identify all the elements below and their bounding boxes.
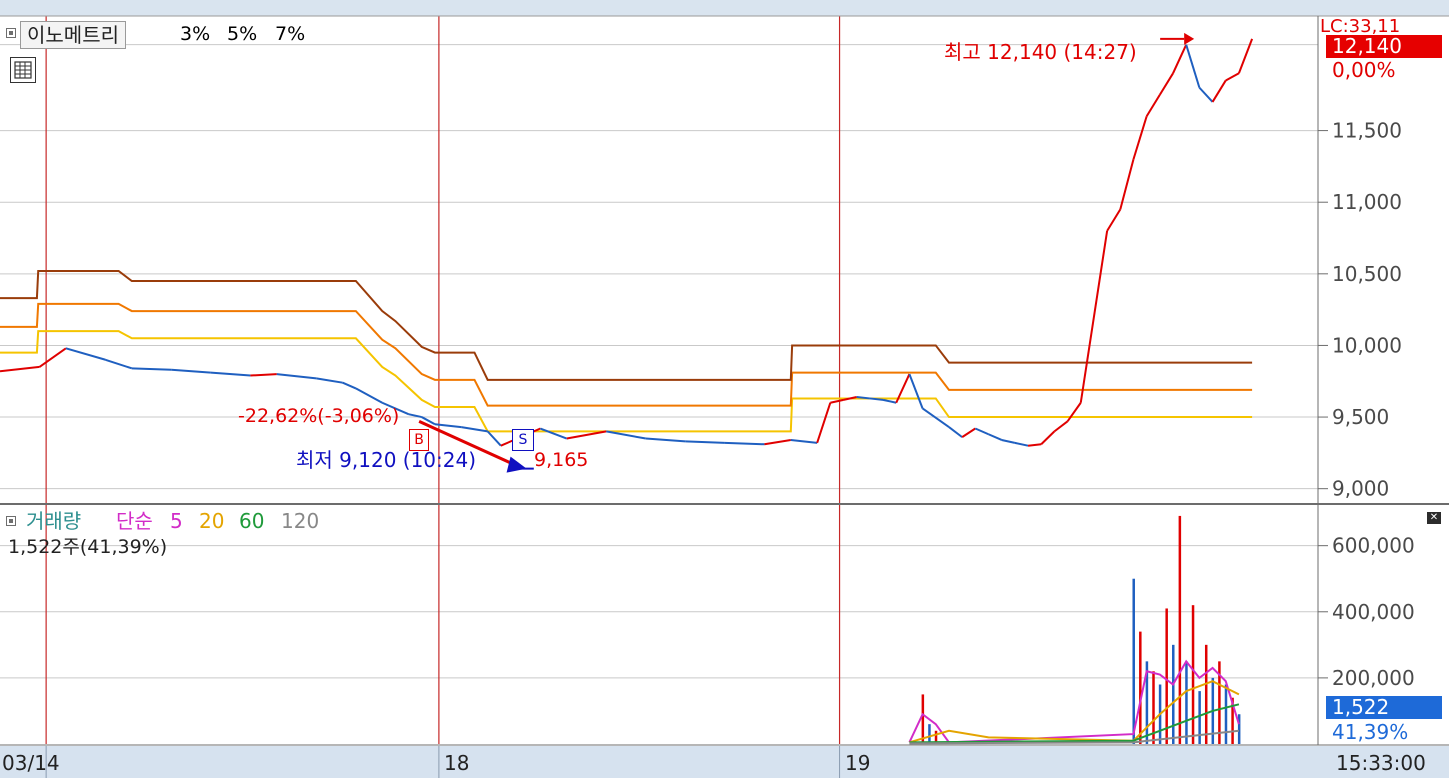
time-readout: 15:33:00 xyxy=(1336,751,1426,775)
volume-bar xyxy=(1185,661,1188,744)
volume-bar xyxy=(1139,631,1142,744)
x-tick-18: 18 xyxy=(444,751,470,775)
volume-bar xyxy=(1165,608,1168,744)
volume-bar xyxy=(1172,644,1175,744)
sell-price-annotation: 9,165 xyxy=(534,449,589,471)
volume-ma60-label: 60 xyxy=(239,509,265,533)
envelope-7pct-label: 7% xyxy=(275,23,306,45)
price-tick-label: 10,000 xyxy=(1332,333,1402,357)
top-toolbar-strip[interactable] xyxy=(0,0,1449,16)
high-price-annotation: 최고 12,140 (14:27) xyxy=(944,40,1137,64)
price-segment xyxy=(869,397,884,401)
volume-bar xyxy=(1204,644,1208,744)
stock-name-button[interactable]: 이노메트리 xyxy=(20,21,126,49)
table-grid-glyph xyxy=(14,61,32,79)
volume-tick-label: 400,000 xyxy=(1332,600,1415,624)
buy-marker[interactable]: B xyxy=(409,429,429,451)
price-tick-label: 11,000 xyxy=(1332,190,1402,214)
sell-marker[interactable]: S xyxy=(512,429,534,451)
table-view-icon[interactable] xyxy=(10,57,36,83)
volume-ma120-label: 120 xyxy=(281,509,320,533)
volume-panel-menu-icon[interactable] xyxy=(6,516,16,526)
price-tick-label: 9,500 xyxy=(1332,405,1389,429)
envelope-3pct-label: 3% xyxy=(180,23,211,45)
volume-ma20-label: 20 xyxy=(199,509,225,533)
price-segment xyxy=(856,396,870,400)
price-tick-label: 9,000 xyxy=(1332,477,1389,501)
chart-svg: 11,50011,00010,50010,0009,5009,000600,00… xyxy=(0,0,1449,778)
price-tick-label: 11,500 xyxy=(1332,119,1402,143)
volume-bar xyxy=(1237,714,1241,744)
volume-current-value: 1,522주(41,39%) xyxy=(8,536,168,558)
volume-bar xyxy=(1132,578,1135,744)
volume-bar xyxy=(921,694,925,744)
current-change-tag: 0,00% xyxy=(1332,58,1396,82)
x-tick-0314: 03/14 xyxy=(2,751,60,775)
price-segment xyxy=(1027,443,1042,447)
volume-ma-type-label: 단순 xyxy=(116,509,153,533)
price-tick-label: 10,500 xyxy=(1332,262,1402,286)
volume-tick-label: 200,000 xyxy=(1332,666,1415,690)
panel-menu-icon[interactable] xyxy=(6,28,16,38)
low-price-annotation: 최저 9,120 (10:24) xyxy=(296,448,477,472)
x-axis-area xyxy=(0,746,1449,778)
envelope-5pct-label: 5% xyxy=(227,23,258,45)
volume-bar xyxy=(1178,515,1182,744)
volume-bar xyxy=(928,724,931,744)
chart-window: 11,500 11,000 10,500 10,000 9,500 9,000 600,00… xyxy=(0,0,1449,778)
volume-tick-label: 600,000 xyxy=(1332,534,1415,558)
volume-bar xyxy=(1224,684,1228,744)
volume-bar xyxy=(1191,605,1195,744)
volume-ma5-label: 5 xyxy=(170,509,183,533)
volume-pct-tag: 41,39% xyxy=(1332,720,1409,744)
close-panel-icon[interactable]: ✕ xyxy=(1427,512,1441,524)
volume-value-tag: 1,522 xyxy=(1326,696,1442,719)
trade-return-annotation: -22,62%(-3,06%) xyxy=(238,405,400,427)
current-price-tag: 12,140 xyxy=(1326,35,1442,58)
x-tick-19: 19 xyxy=(845,751,871,775)
volume-label: 거래량 xyxy=(26,509,82,533)
